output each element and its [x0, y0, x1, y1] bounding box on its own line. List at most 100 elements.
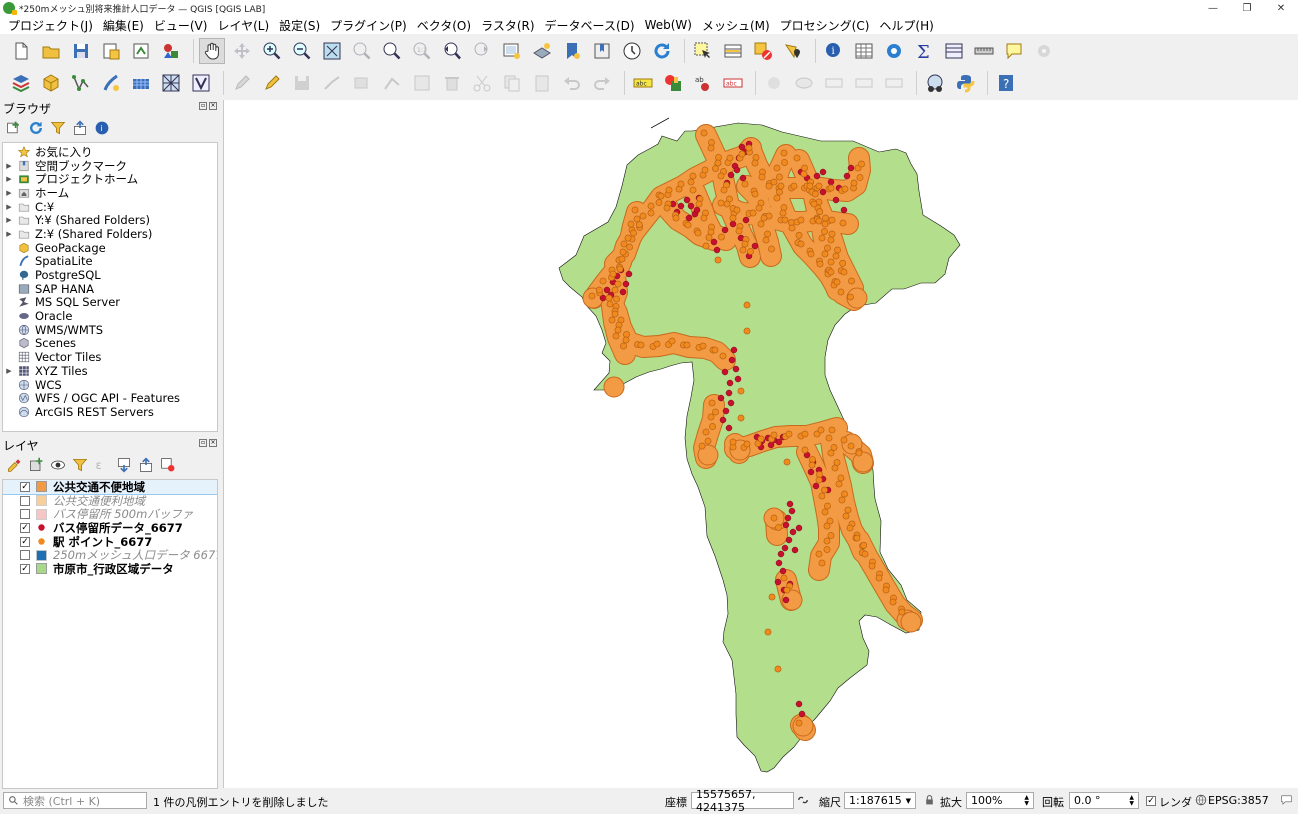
locator-search-box[interactable]: 検索 (Ctrl + K) — [3, 792, 147, 809]
statistics-sigma-icon[interactable]: Σ — [911, 38, 937, 64]
pan-map-icon[interactable] — [199, 38, 225, 64]
add-selected-layers-icon[interactable] — [6, 120, 22, 136]
new-geopackage-layer-icon[interactable] — [38, 70, 64, 96]
new-print-layout-icon[interactable] — [98, 38, 124, 64]
layer-visibility-checkbox[interactable] — [20, 495, 30, 506]
expand-arrow-icon[interactable]: ▶ — [5, 175, 13, 183]
edit-pencil-icon[interactable] — [229, 70, 255, 96]
expand-arrow-icon[interactable]: ▶ — [5, 216, 13, 224]
lock-scale-icon[interactable] — [924, 794, 935, 806]
browser-item[interactable]: ArcGIS REST Servers — [3, 405, 217, 419]
expand-arrow-icon[interactable]: ▶ — [5, 230, 13, 238]
rotation-spinbox[interactable]: 0.0 ° ▲ ▼ — [1069, 792, 1139, 809]
browser-item[interactable]: PostgreSQL — [3, 268, 217, 282]
digitize-line-icon[interactable] — [319, 70, 345, 96]
label-properties-icon[interactable] — [881, 70, 907, 96]
expand-arrow-icon[interactable]: ▶ — [5, 162, 13, 170]
browser-item[interactable]: Oracle — [3, 309, 217, 323]
expand-arrow-icon[interactable]: ▶ — [5, 189, 13, 197]
layer-visibility-checkbox[interactable]: ✓ — [20, 563, 30, 574]
browser-item[interactable]: Scenes — [3, 336, 217, 350]
zoom-native-resolution-icon[interactable]: 1:1 — [409, 38, 435, 64]
zoom-full-icon[interactable] — [319, 38, 345, 64]
save-edits-icon[interactable] — [289, 70, 315, 96]
coordinate-field[interactable]: 15575657, 4241375 — [691, 788, 794, 814]
menu-raster[interactable]: ラスタ(R) — [477, 17, 540, 34]
open-project-icon[interactable] — [38, 38, 64, 64]
add-raster-layer-icon[interactable] — [128, 70, 154, 96]
messages-icon[interactable] — [1280, 794, 1293, 806]
new-3d-map-view-icon[interactable] — [529, 38, 555, 64]
select-by-value-icon[interactable] — [720, 38, 746, 64]
magnifier-spinbox[interactable]: 100% ▲ ▼ — [966, 792, 1034, 809]
refresh-icon[interactable] — [649, 38, 675, 64]
toggle-extents-icon[interactable] — [797, 794, 809, 806]
move-label-icon[interactable] — [761, 70, 787, 96]
expand-arrow-icon[interactable]: ▶ — [5, 203, 13, 211]
delete-selected-icon[interactable] — [439, 70, 465, 96]
redo-icon[interactable] — [589, 70, 615, 96]
browser-item[interactable]: Vector Tiles — [3, 350, 217, 364]
layer-visibility-checkbox[interactable] — [20, 550, 30, 561]
crs-label[interactable]: EPSG:3857 — [1208, 794, 1269, 807]
menu-project[interactable]: プロジェクト(J) — [4, 17, 99, 34]
browser-item[interactable]: SpatiaLite — [3, 254, 217, 268]
remove-layer-icon[interactable] — [160, 457, 176, 473]
browser-item[interactable]: MS SQL Server — [3, 295, 217, 309]
open-attribute-table-icon[interactable] — [851, 38, 877, 64]
cut-features-icon[interactable] — [469, 70, 495, 96]
globe-icon[interactable] — [1195, 794, 1207, 806]
menu-vector[interactable]: ベクタ(O) — [413, 17, 477, 34]
menu-processing[interactable]: プロセシング(C) — [776, 17, 876, 34]
layer-visibility-checkbox[interactable] — [20, 509, 30, 520]
add-group-icon[interactable] — [28, 457, 44, 473]
pan-to-selection-icon[interactable] — [229, 38, 255, 64]
temporal-controller-icon[interactable] — [619, 38, 645, 64]
modify-attributes-icon[interactable] — [409, 70, 435, 96]
minimize-button[interactable]: — — [1196, 0, 1230, 16]
help-icon[interactable]: ? — [993, 70, 1019, 96]
map-view[interactable] — [224, 100, 1298, 788]
maximize-button[interactable]: ❐ — [1230, 0, 1264, 16]
undo-icon[interactable] — [559, 70, 585, 96]
menu-web[interactable]: Web(W) — [641, 18, 698, 32]
browser-item[interactable]: ▶ ホーム — [3, 186, 217, 200]
filter-legend-icon[interactable] — [72, 457, 88, 473]
show-hide-labels-icon[interactable]: abc — [720, 70, 746, 96]
browser-item[interactable]: GeoPackage — [3, 241, 217, 255]
add-mesh-layer-icon[interactable] — [158, 70, 184, 96]
menu-layer[interactable]: レイヤ(L) — [213, 17, 275, 34]
expand-arrow-icon[interactable]: ▶ — [5, 367, 13, 375]
deselect-features-icon[interactable] — [750, 38, 776, 64]
show-bookmarks-icon[interactable] — [589, 38, 615, 64]
new-project-icon[interactable] — [8, 38, 34, 64]
layout-manager-icon[interactable] — [128, 38, 154, 64]
change-label-icon[interactable] — [821, 70, 847, 96]
layer-styling-icon[interactable] — [6, 457, 22, 473]
menu-database[interactable]: データベース(D) — [541, 17, 641, 34]
label-history-icon[interactable] — [851, 70, 877, 96]
gps-toolbar-icon[interactable] — [922, 70, 948, 96]
data-source-manager-icon[interactable] — [8, 70, 34, 96]
add-delimited-text-icon[interactable] — [98, 70, 124, 96]
settings-gear-icon[interactable] — [881, 38, 907, 64]
map-canvas[interactable] — [223, 100, 1298, 788]
collapse-all-icon[interactable] — [72, 120, 88, 136]
zoom-out-icon[interactable] — [289, 38, 315, 64]
measure-line-icon[interactable] — [971, 38, 997, 64]
toggle-editing-icon[interactable] — [259, 70, 285, 96]
browser-item[interactable]: WFS / OGC API - Features — [3, 391, 217, 405]
copy-features-icon[interactable] — [499, 70, 525, 96]
browser-item[interactable]: ▶ XYZ Tiles — [3, 364, 217, 378]
filter-browser-icon[interactable] — [50, 120, 66, 136]
menu-edit[interactable]: 編集(E) — [99, 17, 150, 34]
browser-item[interactable]: ▶ Z:¥ (Shared Folders) — [3, 227, 217, 241]
add-virtual-layer-icon[interactable] — [188, 70, 214, 96]
browser-item[interactable]: ▶ Y:¥ (Shared Folders) — [3, 213, 217, 227]
vertex-tool-icon[interactable] — [379, 70, 405, 96]
select-location-icon[interactable] — [780, 38, 806, 64]
layer-visibility-checkbox[interactable]: ✓ — [20, 522, 30, 533]
add-vector-layer-icon[interactable] — [68, 70, 94, 96]
close-panel-button[interactable]: × — [209, 102, 217, 110]
layer-item[interactable]: ✓ 市原市_行政区域データ — [3, 562, 217, 576]
